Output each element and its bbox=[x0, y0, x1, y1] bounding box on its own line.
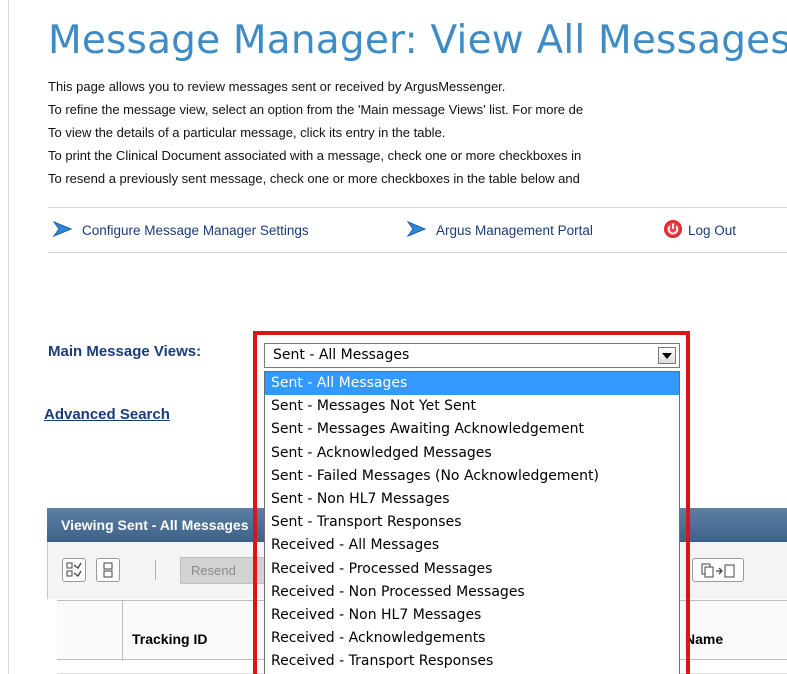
configure-settings-link[interactable]: Configure Message Manager Settings bbox=[52, 218, 309, 242]
column-divider bbox=[122, 601, 123, 661]
logout-link[interactable]: Log Out bbox=[663, 218, 736, 242]
blue-chevron-icon bbox=[52, 220, 74, 241]
intro-line: To resend a previously sent message, che… bbox=[48, 171, 580, 186]
page-left-border bbox=[8, 0, 9, 674]
main-message-views-label: Main Message Views: bbox=[48, 343, 202, 360]
copy-to-button[interactable] bbox=[692, 558, 744, 582]
blue-chevron-icon bbox=[406, 220, 428, 241]
checklist-icon bbox=[66, 562, 82, 581]
management-portal-link[interactable]: Argus Management Portal bbox=[406, 218, 593, 242]
panel-title: Viewing Sent - All Messages bbox=[61, 517, 249, 533]
select-all-button[interactable] bbox=[62, 558, 86, 582]
intro-text: This page allows you to review messages … bbox=[48, 75, 787, 190]
deselect-all-button[interactable] bbox=[96, 558, 120, 582]
power-icon bbox=[663, 219, 683, 242]
page-title: Message Manager: View All Messages bbox=[48, 18, 787, 63]
checkbox-list-icon bbox=[102, 562, 114, 581]
copy-arrow-icon bbox=[698, 563, 738, 581]
intro-line: To print the Clinical Document associate… bbox=[48, 148, 582, 163]
intro-line: This page allows you to review messages … bbox=[48, 79, 506, 94]
advanced-search-link[interactable]: Advanced Search bbox=[44, 406, 170, 423]
management-portal-label: Argus Management Portal bbox=[436, 222, 593, 238]
intro-line: To refine the message view, select an op… bbox=[48, 102, 584, 117]
intro-line: To view the details of a particular mess… bbox=[48, 125, 446, 140]
configure-settings-label: Configure Message Manager Settings bbox=[82, 222, 309, 238]
top-toolbar: Configure Message Manager Settings Argus… bbox=[48, 207, 787, 253]
column-name[interactable]: Name bbox=[685, 631, 723, 647]
red-highlight-box bbox=[253, 331, 690, 674]
toolbar-separator bbox=[155, 560, 156, 580]
column-tracking-id[interactable]: Tracking ID bbox=[132, 631, 207, 647]
logout-label: Log Out bbox=[688, 222, 737, 238]
